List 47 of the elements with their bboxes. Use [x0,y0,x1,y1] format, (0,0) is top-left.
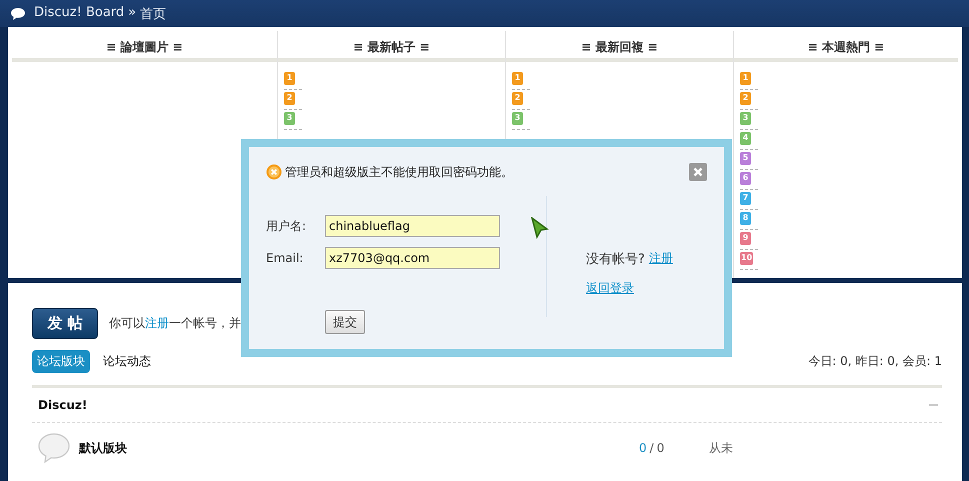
field-label: 用户名: [266,218,308,234]
rank-badge: 4 [740,132,751,145]
post-button[interactable]: 发 帖 [32,308,98,339]
rank-badge: 10 [740,252,754,265]
column-title: ≡ 論壇圖片 ≡ [12,31,277,62]
rank-badge: 2 [284,92,295,105]
forum-stats: 今日: 0, 昨日: 0, 会员: 1 [808,353,942,370]
thread-count: 0 [639,441,647,455]
rank-badge: 1 [284,72,295,85]
breadcrumb-separator: » [128,4,136,22]
error-icon [266,164,282,180]
count-separator: / [650,441,654,455]
register-link[interactable]: 注册 [145,316,169,330]
rank-badge: 2 [512,92,523,105]
rank-badge: 3 [284,112,295,125]
rank-badge: 6 [740,172,751,185]
register-notice: 你可以注册一个帐号，并 [109,315,241,332]
field-label: Email: [266,251,304,265]
column-title: ≡ 最新帖子 ≡ [278,31,505,62]
column-title: ≡ 本週熱門 ≡ [734,31,958,62]
input-field[interactable]: chinablueflag [325,215,500,237]
rank-badge: 1 [740,72,751,85]
breadcrumb-link[interactable]: Discuz! Board [34,4,124,22]
close-icon[interactable] [689,163,707,181]
rank-badge: 8 [740,212,751,225]
breadcrumb-link[interactable]: 首页 [140,4,166,22]
rank-badge: 3 [512,112,523,125]
column-title: ≡ 最新回複 ≡ [506,31,733,62]
rank-badge: 7 [740,192,751,205]
rank-badge: 2 [740,92,751,105]
error-message: 管理员和超级版主不能使用取回密码功能。 [285,164,513,180]
rank-badge: 1 [512,72,523,85]
chat-bubble-icon [37,432,71,464]
input-field[interactable]: xz7703@qq.com [325,247,500,269]
tab[interactable]: 论坛版块 [32,350,90,373]
rank-badge: 5 [740,152,751,165]
last-post: 从未 [709,440,733,456]
cursor-icon [531,217,549,239]
rank-badge: 3 [740,112,751,125]
category-title: Discuz! [38,398,88,412]
forum-name[interactable]: 默认版块 [79,440,639,456]
rank-badge: 9 [740,232,751,245]
no-account-text: 没有帐号? [586,251,645,268]
chat-bubble-icon [10,6,26,20]
submit-button[interactable]: 提交 [325,310,365,334]
post-count: 0 [656,441,664,455]
tab[interactable]: 论坛动态 [98,350,156,373]
